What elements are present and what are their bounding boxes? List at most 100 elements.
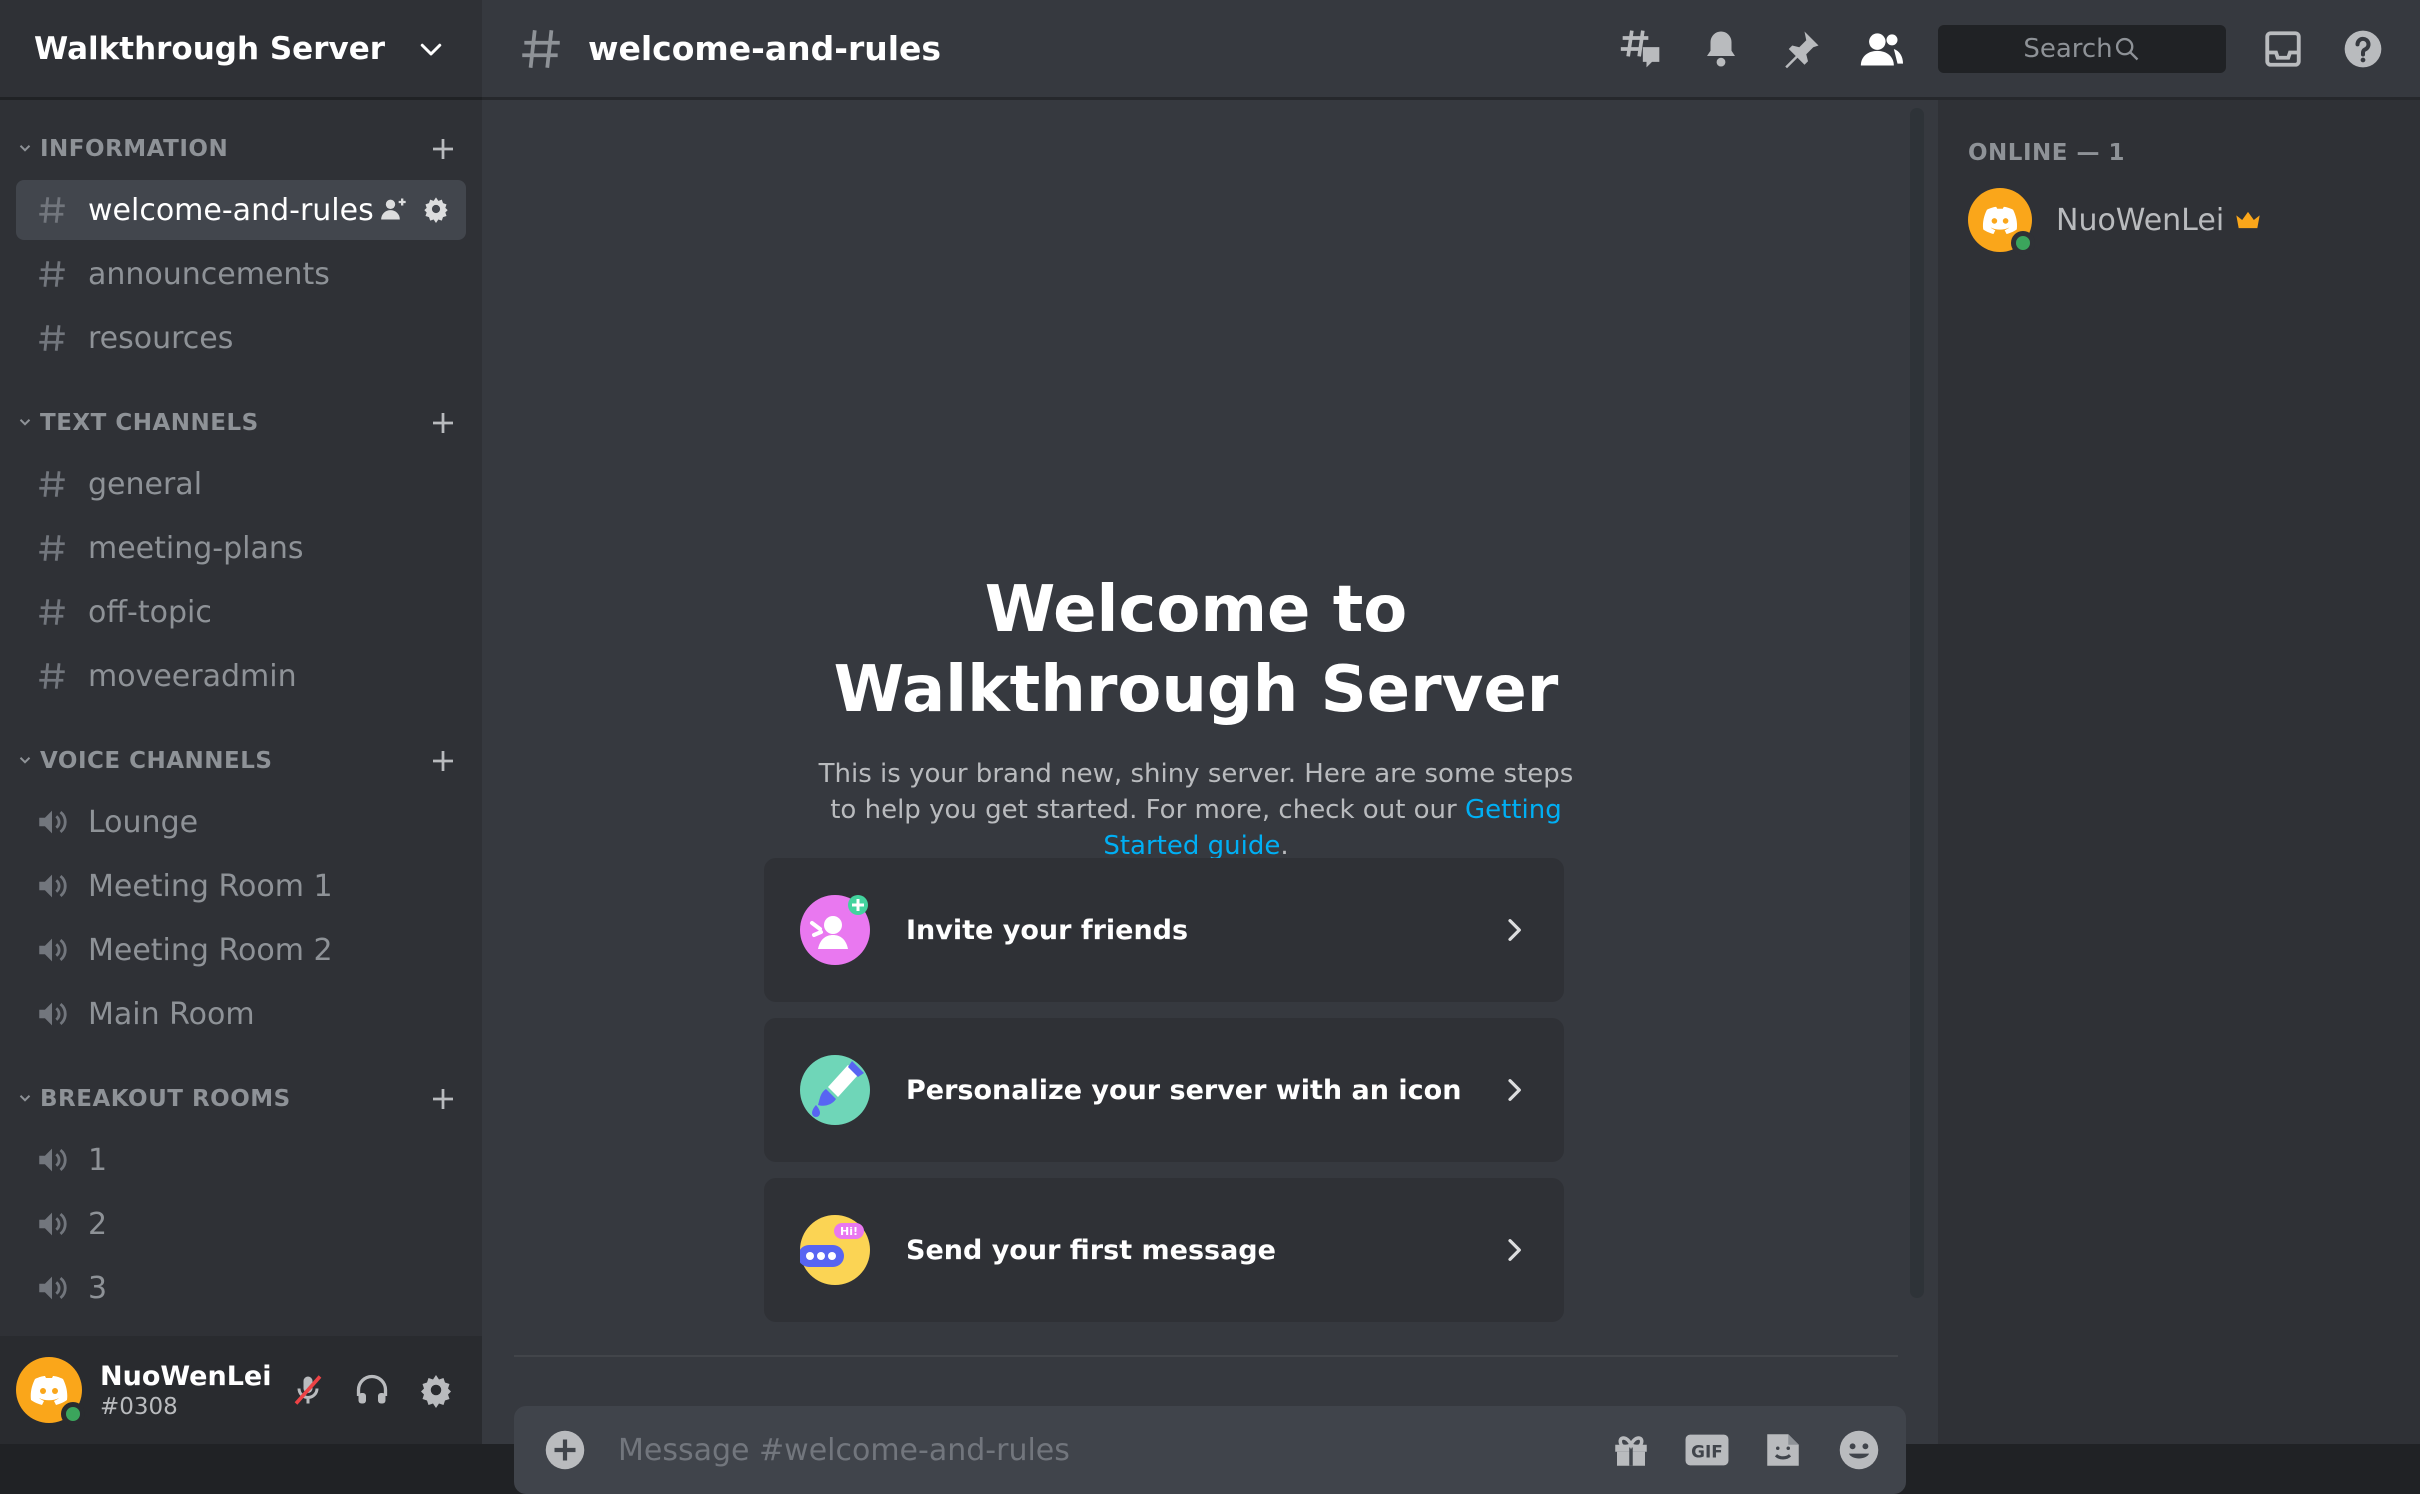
channel-item[interactable]: general: [16, 454, 466, 514]
add-attachment-icon[interactable]: [544, 1429, 586, 1471]
speaker-icon: [34, 1142, 70, 1178]
invite-friends-card[interactable]: Invite your friends: [764, 858, 1564, 1002]
category-label: INFORMATION: [40, 136, 229, 162]
hashtag-icon: [522, 29, 560, 68]
channel-settings-gear-icon[interactable]: [422, 195, 452, 225]
member-name: NuoWenLei: [2056, 202, 2225, 238]
category-label: TEXT CHANNELS: [40, 410, 259, 436]
avatar: [1968, 188, 2035, 255]
channel-label: 3: [88, 1270, 108, 1306]
discord-app: Walkthrough Server INFORMATION welcome-an…: [0, 0, 2420, 1494]
member-item[interactable]: NuoWenLei: [1968, 184, 2420, 256]
add-channel-icon[interactable]: [426, 406, 460, 440]
gif-icon[interactable]: GIF: [1684, 1427, 1730, 1473]
avatar[interactable]: [16, 1357, 85, 1426]
message-composer: GIF: [514, 1406, 1906, 1494]
user-settings-gear-icon[interactable]: [416, 1370, 456, 1410]
speaker-icon: [34, 932, 70, 968]
channel-item[interactable]: 2: [16, 1194, 466, 1254]
chevron-down-icon[interactable]: [416, 34, 446, 64]
notification-bell-icon[interactable]: [1698, 26, 1744, 72]
server-header[interactable]: Walkthrough Server: [0, 0, 482, 100]
help-icon[interactable]: [2340, 26, 2386, 72]
chevron-right-icon: [1508, 1239, 1521, 1261]
category-label: VOICE CHANNELS: [40, 748, 273, 774]
headphones-icon[interactable]: [352, 1370, 392, 1410]
channel-item[interactable]: 3: [16, 1258, 466, 1318]
add-channel-icon[interactable]: [426, 744, 460, 778]
search-input[interactable]: Search: [1938, 24, 2226, 73]
channel-item[interactable]: Main Room: [16, 984, 466, 1044]
card-label: Send your first message: [906, 1234, 1276, 1266]
speaker-icon: [34, 996, 70, 1032]
channel-item[interactable]: off-topic: [16, 582, 466, 642]
card-label: Personalize your server with an icon: [906, 1074, 1462, 1106]
online-status-dot: [61, 1402, 85, 1426]
channel-label: 2: [88, 1206, 108, 1242]
inbox-icon[interactable]: [2260, 26, 2306, 72]
user-panel: NuoWenLei #0308: [0, 1336, 482, 1444]
scrollbar[interactable]: [1910, 108, 1924, 1298]
emoji-icon[interactable]: [1836, 1427, 1882, 1473]
svg-text:Hi!: Hi!: [840, 1225, 858, 1238]
channel-item[interactable]: Meeting Room 1: [16, 856, 466, 916]
channel-item[interactable]: moveeradmin: [16, 646, 466, 706]
threads-icon[interactable]: [1618, 26, 1664, 72]
hashtag-icon: [34, 530, 70, 566]
channel-label: Main Room: [88, 996, 255, 1032]
add-channel-icon[interactable]: [426, 1082, 460, 1116]
channel-item[interactable]: meeting-plans: [16, 518, 466, 578]
sticker-icon[interactable]: [1760, 1427, 1806, 1473]
channel-label: announcements: [88, 256, 330, 292]
online-status-dot: [2011, 231, 2035, 255]
username: NuoWenLei: [100, 1360, 272, 1392]
search-icon: [2115, 37, 2138, 60]
message-icon: Hi!: [798, 1215, 870, 1285]
channel-item[interactable]: announcements: [16, 244, 466, 304]
personalize-server-card[interactable]: Personalize your server with an icon: [764, 1018, 1564, 1162]
divider: [514, 1355, 1898, 1357]
chevron-down-icon[interactable]: [16, 1089, 36, 1109]
svg-text:GIF: GIF: [1691, 1442, 1723, 1462]
category-header[interactable]: INFORMATION: [16, 122, 466, 176]
channel-sidebar: Walkthrough Server INFORMATION welcome-an…: [0, 0, 482, 1444]
channel-item[interactable]: Lounge: [16, 792, 466, 852]
hashtag-icon: [34, 256, 70, 292]
gift-icon[interactable]: [1608, 1427, 1654, 1473]
channel-label: Meeting Room 2: [88, 932, 333, 968]
channel-title: welcome-and-rules: [588, 29, 942, 68]
search-placeholder: Search: [2023, 33, 2113, 64]
category-header[interactable]: VOICE CHANNELS: [16, 734, 466, 788]
channel-item[interactable]: Meeting Room 2: [16, 920, 466, 980]
chevron-down-icon[interactable]: [16, 751, 36, 771]
speaker-icon: [34, 1270, 70, 1306]
channel-item[interactable]: welcome-and-rules: [16, 180, 466, 240]
paintbrush-icon: [800, 1055, 870, 1125]
mute-microphone-icon[interactable]: [288, 1370, 328, 1410]
welcome-section: Welcome to Walkthrough Server This is yo…: [482, 570, 1910, 864]
channel-label: welcome-and-rules: [88, 192, 374, 228]
channel-label: off-topic: [88, 594, 212, 630]
member-list: ONLINE — 1 NuoWenLei: [1938, 100, 2420, 1444]
channel-item[interactable]: 1: [16, 1130, 466, 1190]
online-header: ONLINE — 1: [1968, 140, 2125, 166]
create-invite-icon[interactable]: [380, 195, 410, 225]
hashtag-icon: [34, 466, 70, 502]
send-first-message-card[interactable]: Hi! Send your first message: [764, 1178, 1564, 1322]
invite-icon: [800, 895, 870, 965]
chevron-down-icon[interactable]: [16, 413, 36, 433]
add-channel-icon[interactable]: [426, 132, 460, 166]
category-header[interactable]: TEXT CHANNELS: [16, 396, 466, 450]
hashtag-icon: [34, 594, 70, 630]
welcome-description: This is your brand new, shiny server. He…: [818, 759, 1574, 861]
message-input[interactable]: [616, 1431, 1608, 1469]
hashtag-icon: [34, 192, 70, 228]
category-header[interactable]: BREAKOUT ROOMS: [16, 1072, 466, 1126]
member-list-icon[interactable]: [1858, 26, 1904, 72]
category-label: BREAKOUT ROOMS: [40, 1086, 291, 1112]
discord-logo-icon: [1982, 206, 2018, 234]
channel-label: Lounge: [88, 804, 199, 840]
chevron-down-icon[interactable]: [16, 139, 36, 159]
channel-item[interactable]: resources: [16, 308, 466, 368]
pin-icon[interactable]: [1778, 26, 1824, 72]
